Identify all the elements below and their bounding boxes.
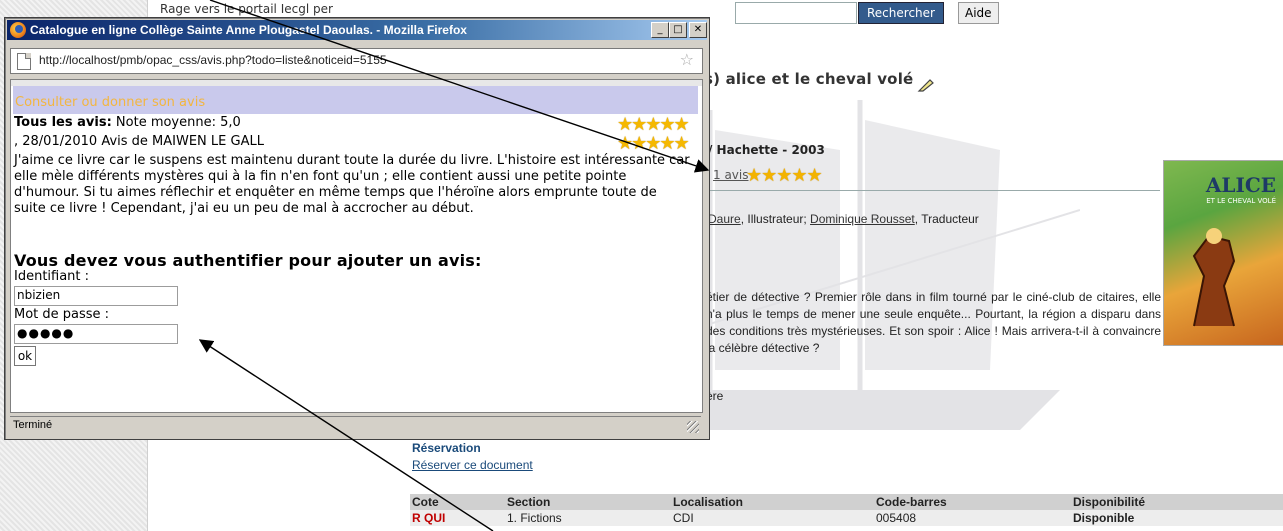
cell-code-barres: 005408 [874, 510, 1071, 526]
average-stars-icon: ★★★★★ [617, 114, 690, 135]
auth-title: Vous devez vous authentifier pour ajoute… [14, 251, 482, 270]
cell-localisation: CDI [671, 510, 874, 526]
status-bar: Terminé [10, 416, 701, 433]
cell-cote: R QUI [410, 510, 505, 526]
publisher-line: / Hachette - 2003 [708, 143, 825, 157]
summary-text: étier de détective ? Premier rôle dans i… [706, 290, 1161, 355]
author-link-illustrator[interactable]: Daure [708, 212, 741, 226]
address-bar[interactable]: http://localhost/pmb/opac_css/avis.php?t… [10, 48, 703, 74]
url-text[interactable]: http://localhost/pmb/opac_css/avis.php?t… [39, 53, 387, 67]
bookmark-star-icon[interactable]: ☆ [680, 50, 694, 69]
search-input[interactable] [735, 2, 857, 24]
review-text: J'aime ce livre car le suspens est maint… [14, 153, 690, 216]
table-header-row: Cote Section Localisation Code-barres Di… [410, 494, 1283, 510]
password-input[interactable]: ●●●●● [14, 324, 178, 344]
minimize-button[interactable]: _ [651, 22, 669, 38]
table-row: R QUI 1. Fictions CDI 005408 Disponible [410, 510, 1283, 526]
notice-title: s) alice et le cheval volé [704, 70, 914, 88]
cover-subtitle: ET LE CHEVAL VOLÉ [1206, 197, 1276, 205]
cell-disponibilite: Disponible [1071, 510, 1283, 526]
authors-line: Daure, Illustrateur; Dominique Rousset, … [708, 212, 979, 226]
col-disponibilite: Disponibilité [1071, 494, 1283, 510]
page-icon [17, 53, 31, 70]
page-viewport: Consulter ou donner son avis Tous les av… [10, 79, 703, 413]
reserve-document-link[interactable]: Réserver ce document [412, 458, 533, 472]
close-button[interactable]: ✕ [689, 22, 707, 38]
avis-link[interactable]: 1 avis [713, 168, 749, 182]
cover-title: ALICE [1205, 173, 1276, 197]
search-button[interactable]: Rechercher [858, 2, 944, 24]
portal-link-text[interactable]: Rage vers le portail Iecgl per [160, 2, 333, 16]
col-section: Section [505, 494, 671, 510]
consult-avis-link[interactable]: Consulter ou donner son avis [15, 95, 205, 110]
author-link-translator[interactable]: Dominique Rousset [810, 212, 915, 226]
resize-grip-icon[interactable] [687, 421, 699, 433]
login-input[interactable]: nbizien [14, 286, 178, 306]
maximize-button[interactable]: □ [669, 22, 687, 38]
firefox-popup-window[interactable]: Catalogue en ligne Collège Sainte Anne P… [4, 17, 710, 440]
help-button[interactable]: Aide [958, 2, 999, 24]
ok-button[interactable]: ok [14, 346, 36, 366]
separator [705, 190, 1160, 191]
reservation-title: Réservation [412, 441, 481, 455]
all-reviews-label: Tous les avis: [14, 115, 112, 130]
review-stars-icon: ★★★★★ [617, 133, 690, 154]
login-label: Identifiant : [14, 269, 90, 284]
cell-section: 1. Fictions [505, 510, 671, 526]
horse-illustration [1192, 228, 1236, 327]
author-role: , Traducteur [914, 212, 979, 226]
firefox-icon [10, 22, 26, 38]
book-cover-image[interactable]: ALICE ET LE CHEVAL VOLÉ [1163, 160, 1283, 346]
average-rating: Note moyenne: 5,0 [111, 115, 241, 130]
status-text: Terminé [13, 419, 53, 431]
col-localisation: Localisation [671, 494, 874, 510]
all-reviews-line: Tous les avis: Note moyenne: 5,0 [14, 115, 241, 130]
col-cote: Cote [410, 494, 505, 510]
review-meta: , 28/01/2010 Avis de MAIWEN LE GALL [14, 134, 264, 149]
window-title: Catalogue en ligne Collège Sainte Anne P… [30, 23, 467, 37]
password-label: Mot de passe : [14, 307, 110, 322]
rating-stars-icon: ★★★★★ [746, 165, 823, 186]
col-code-barres: Code-barres [874, 494, 1071, 510]
avis-header-bar: Consulter ou donner son avis [13, 86, 698, 114]
author-role: , Illustrateur; [740, 212, 811, 226]
window-titlebar[interactable]: Catalogue en ligne Collège Sainte Anne P… [7, 20, 707, 40]
pencil-icon[interactable] [917, 78, 935, 92]
copies-table: Cote Section Localisation Code-barres Di… [410, 494, 1283, 526]
